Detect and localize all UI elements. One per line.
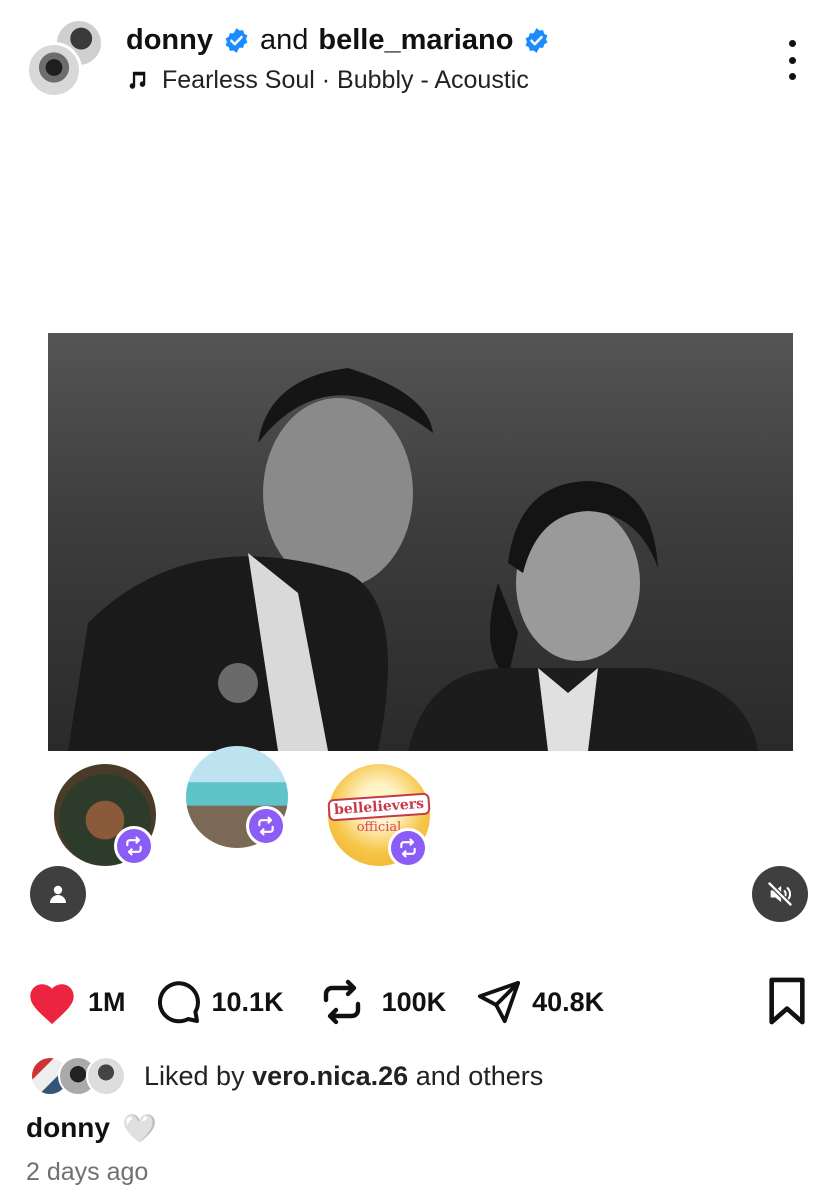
audio-track-label: Fearless Soul · Bubbly - Acoustic xyxy=(162,65,529,94)
liker-avatar xyxy=(86,1056,126,1096)
like-count: 1M xyxy=(88,986,126,1017)
liked-by-row[interactable]: Liked by vero.nica.26 and others xyxy=(30,1054,543,1098)
more-options-button[interactable] xyxy=(780,40,804,80)
more-options-dot xyxy=(788,56,796,64)
repost-count: 100K xyxy=(381,986,447,1017)
post-authors: donny and belle_mariano xyxy=(126,22,550,58)
repost-icon xyxy=(400,838,416,858)
like-button[interactable]: 1M xyxy=(26,978,126,1026)
author1-name[interactable]: donny xyxy=(126,24,213,57)
author1-avatar[interactable] xyxy=(26,42,82,98)
comment-button[interactable]: 10.1K xyxy=(154,978,284,1026)
repost-button[interactable]: 100K xyxy=(318,978,447,1026)
repost-icon xyxy=(126,836,142,856)
comment-count: 10.1K xyxy=(211,986,284,1017)
post-timestamp: 2 days ago xyxy=(26,1158,149,1186)
repost-icon xyxy=(258,816,274,836)
more-options-dot xyxy=(788,40,796,47)
caption-user[interactable]: donny xyxy=(26,1112,110,1144)
liked-by-user[interactable]: vero.nica.26 xyxy=(252,1061,408,1091)
verified-badge-icon xyxy=(526,27,548,53)
share-button[interactable]: 40.8K xyxy=(476,979,604,1025)
audio-track[interactable]: Fearless Soul · Bubbly - Acoustic xyxy=(126,64,529,96)
repost-badge xyxy=(246,806,286,846)
more-options-dot xyxy=(788,73,796,80)
repost-icon xyxy=(323,979,360,1025)
liked-by-suffix: and others xyxy=(415,1060,544,1091)
post-media[interactable] xyxy=(48,333,793,751)
share-count: 40.8K xyxy=(532,986,605,1017)
comment-icon xyxy=(157,981,200,1024)
caption: donny 🤍 xyxy=(26,1108,157,1148)
action-bar: 1M 10.1K 100K 40.8K xyxy=(26,976,604,1028)
muted-speaker-icon xyxy=(767,881,793,907)
repost-badge xyxy=(114,826,154,866)
photo-illustration xyxy=(68,368,758,751)
music-note-icon xyxy=(129,71,146,89)
bookmark-icon xyxy=(769,977,805,1025)
send-icon xyxy=(478,980,521,1024)
person-icon xyxy=(50,885,66,903)
verified-badge-icon xyxy=(225,27,248,53)
mute-button[interactable] xyxy=(752,866,808,922)
reposter-logo-text: bellelievers xyxy=(327,791,431,822)
liked-by-prefix: Liked by xyxy=(144,1060,245,1091)
caption-emoji: 🤍 xyxy=(122,1111,157,1145)
author-connector: and xyxy=(260,23,309,56)
author2-name[interactable]: belle_mariano xyxy=(318,24,513,57)
liked-by-text: Liked by vero.nica.26 and others xyxy=(144,1061,543,1092)
heart-icon xyxy=(30,984,74,1025)
repost-badge xyxy=(388,828,428,868)
bookmark-button[interactable] xyxy=(764,976,810,1026)
tagged-people-button[interactable] xyxy=(30,866,86,922)
